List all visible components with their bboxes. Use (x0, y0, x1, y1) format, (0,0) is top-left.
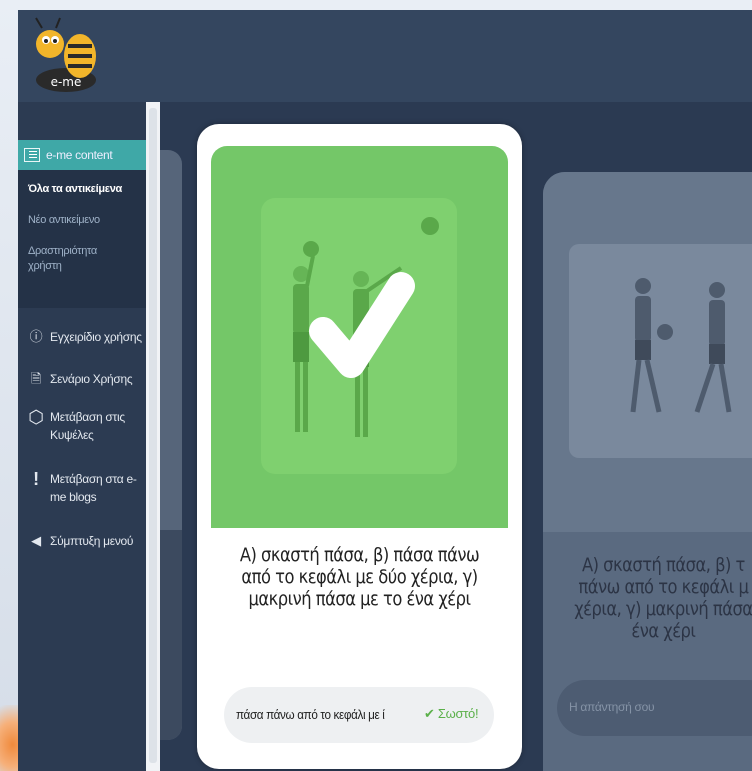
question-text: Α) σκαστή πάσα, β) πάσα πάνω από το κεφά… (239, 544, 480, 610)
sidebar-item-blogs-line2: me blogs (50, 490, 97, 504)
next-question-line4: ένα χέρι (631, 620, 696, 642)
sidebar-item-hives-line2: Κυψέλες (50, 428, 94, 442)
collapse-arrow-icon: ◀ (31, 533, 41, 548)
flashcard-image (211, 146, 508, 528)
answer-field[interactable]: πάσα πάνω από το κεφάλι με ί ✔ Σωστό! (224, 687, 494, 743)
sidebar-item-blogs-line1: Μετάβαση στα e- (50, 472, 137, 486)
sidebar-item-scenario-label: Σενάριο Χρήσης (50, 372, 133, 386)
submenu-user-activity-line2: χρήστη (28, 260, 62, 272)
content-list-icon (24, 148, 40, 162)
next-question-line1: Α) σκαστή πάσα, β) τ (581, 554, 745, 576)
sidebar-item-hives[interactable]: ⬡ Μετάβαση στις Κυψέλες (28, 408, 125, 444)
sidebar-item-blogs[interactable]: ! Μετάβαση στα e- me blogs (28, 470, 137, 506)
exclamation-icon: ! (33, 469, 39, 489)
e-me-logo[interactable]: e-me (28, 14, 104, 96)
next-question-text: Α) σκαστή πάσα, β) τ πάνω από το κεφάλι … (543, 554, 752, 642)
logo-text: e-me (51, 75, 82, 89)
sidebar: e-me content Όλα τα αντικείμενα Νέο αντι… (18, 102, 146, 771)
next-answer-placeholder: Η απάντησή σου (569, 700, 655, 714)
sidebar-item-hives-line1: Μετάβαση στις (50, 410, 125, 424)
sidebar-item-blogs-label: Μετάβαση στα e- me blogs (50, 470, 137, 506)
submenu-new-item[interactable]: Νέο αντικείμενο (28, 213, 100, 228)
sidebar-item-manual-label: Εγχειρίδιο χρήσης (50, 330, 142, 344)
sidebar-header-e-me-content[interactable]: e-me content (18, 140, 146, 170)
sidebar-item-manual[interactable]: ⓘ Εγχειρίδιο χρήσης (28, 328, 142, 346)
content-area: Α) σκαστή πάσα, β) πάσα πάνω από το κεφά… (160, 102, 752, 771)
flashcard-next[interactable]: Α) σκαστή πάσα, β) τ πάνω από το κεφάλι … (543, 172, 752, 771)
sidebar-item-collapse-label: Σύμπτυξη μενού (50, 534, 134, 548)
sidebar-scrollbar[interactable] (146, 102, 160, 771)
flashcard-current: Α) σκαστή πάσα, β) πάσα πάνω από το κεφά… (197, 124, 522, 769)
basketball-players-illustration (293, 217, 439, 437)
answer-text: πάσα πάνω από το κεφάλι με ί (236, 707, 385, 722)
previous-card[interactable] (160, 150, 182, 740)
sidebar-header-label: e-me content (46, 148, 113, 162)
submenu-user-activity[interactable]: Δραστηριότητα χρήστη (28, 244, 97, 274)
correct-badge: ✔ Σωστό! (424, 706, 479, 721)
next-question-line2: πάνω από το κεφάλι μ (578, 576, 749, 598)
sidebar-item-hives-label: Μετάβαση στις Κυψέλες (50, 408, 125, 444)
app-window: e-me e-me content Όλα τα αντικείμενα Νέο… (18, 10, 752, 771)
previous-card-bottom (160, 530, 182, 740)
sidebar-scrollbar-thumb[interactable] (149, 108, 157, 763)
top-bar: e-me (18, 10, 752, 102)
sidebar-item-collapse[interactable]: ◀ Σύμπτυξη μενού (28, 532, 133, 550)
hexagon-icon: ⬡ (28, 407, 44, 427)
next-answer-input[interactable]: Η απάντησή σου (557, 680, 752, 736)
info-circle-icon: ⓘ (29, 329, 43, 344)
next-question-line3: χέρια, γ) μακρινή πάσα (574, 598, 752, 620)
sidebar-item-scenario[interactable]: 🗎 Σενάριο Χρήσης (28, 370, 133, 388)
document-icon: 🗎 (30, 371, 42, 386)
submenu-user-activity-line1: Δραστηριότητα (28, 245, 97, 257)
submenu-all-items[interactable]: Όλα τα αντικείμενα (28, 182, 122, 197)
next-card-illustration (630, 278, 732, 413)
sidebar-submenu: Όλα τα αντικείμενα Νέο αντικείμενο Δραστ… (18, 170, 146, 308)
